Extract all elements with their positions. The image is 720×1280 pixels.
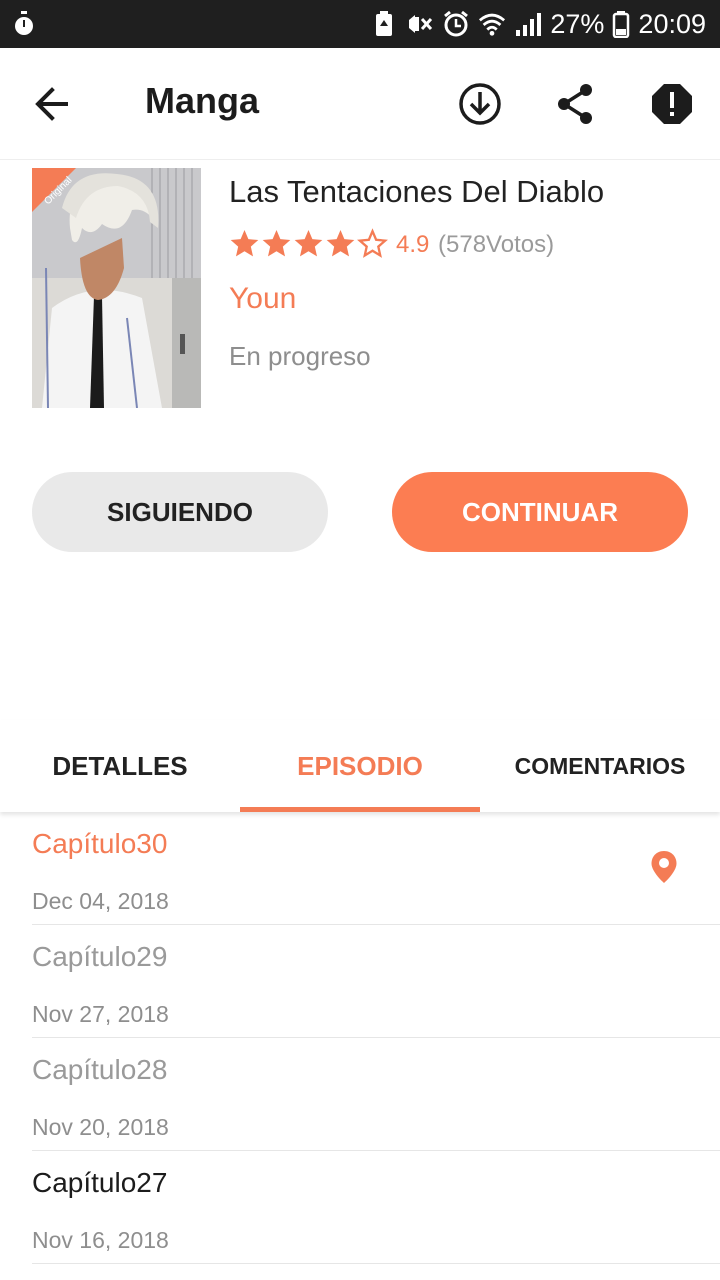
- battery-icon: [613, 11, 630, 38]
- clock-time: 20:09: [638, 8, 706, 39]
- following-button[interactable]: SIGUIENDO: [32, 472, 328, 552]
- continue-reading-button[interactable]: CONTINUAR: [392, 472, 688, 552]
- battery-saver-icon: [376, 11, 393, 36]
- signal-icon: [516, 13, 542, 36]
- episode-row[interactable]: Capítulo28 Nov 20, 2018: [0, 1038, 720, 1151]
- episode-row[interactable]: Capítulo27 Nov 16, 2018: [0, 1151, 720, 1264]
- episode-title: Capítulo30: [32, 828, 168, 859]
- publication-status: En progreso: [229, 341, 371, 371]
- star-filled-icon: [230, 229, 259, 257]
- star-filled-icon: [262, 229, 291, 257]
- episode-title: Capítulo27: [32, 1167, 168, 1198]
- battery-percent: 27%: [550, 8, 605, 39]
- episode-date: Dec 04, 2018: [32, 888, 169, 914]
- star-filled-icon: [326, 229, 355, 257]
- report-icon[interactable]: [648, 80, 696, 128]
- download-icon[interactable]: [456, 80, 504, 128]
- rating-value: 4.9: [396, 231, 430, 258]
- tab-comments[interactable]: COMENTARIOS: [480, 720, 720, 812]
- episode-row[interactable]: Capítulo30 Dec 04, 2018: [0, 812, 720, 925]
- tab-details[interactable]: DETALLES: [0, 720, 240, 812]
- back-arrow-icon[interactable]: [30, 82, 78, 126]
- star-filled-icon: [294, 229, 323, 257]
- share-icon[interactable]: [552, 80, 600, 128]
- star-outline-icon: [357, 228, 388, 258]
- manga-cover-image[interactable]: Original: [32, 168, 201, 408]
- row-divider: [32, 1263, 720, 1264]
- status-bar: 27% 20:09: [0, 0, 720, 48]
- episode-row[interactable]: Capítulo29 Nov 27, 2018: [0, 925, 720, 1038]
- vibrate-off-icon: [409, 15, 433, 33]
- page-title: Manga: [145, 80, 260, 121]
- alarm-icon: [444, 10, 469, 37]
- episode-title: Capítulo29: [32, 941, 168, 972]
- wifi-icon: [479, 13, 506, 36]
- app-bar: Manga: [0, 48, 720, 160]
- episode-date: Nov 20, 2018: [32, 1114, 169, 1140]
- rating-stars: [229, 228, 388, 259]
- tab-episodes[interactable]: EPISODIO: [240, 720, 480, 812]
- location-pin-icon: [651, 851, 677, 883]
- cover-illustration: Original: [32, 168, 201, 408]
- tab-bar: DETALLES EPISODIO COMENTARIOS: [0, 720, 720, 812]
- author-name[interactable]: Youn: [229, 282, 296, 316]
- stopwatch-icon: [15, 11, 33, 35]
- manga-title: Las Tentaciones Del Diablo: [229, 174, 605, 209]
- episode-date: Nov 27, 2018: [32, 1001, 169, 1027]
- episode-title: Capítulo28: [32, 1054, 168, 1085]
- episode-date: Nov 16, 2018: [32, 1227, 169, 1253]
- status-icons: 27% 20:09: [370, 0, 706, 48]
- vote-count: (578Votos): [438, 231, 555, 258]
